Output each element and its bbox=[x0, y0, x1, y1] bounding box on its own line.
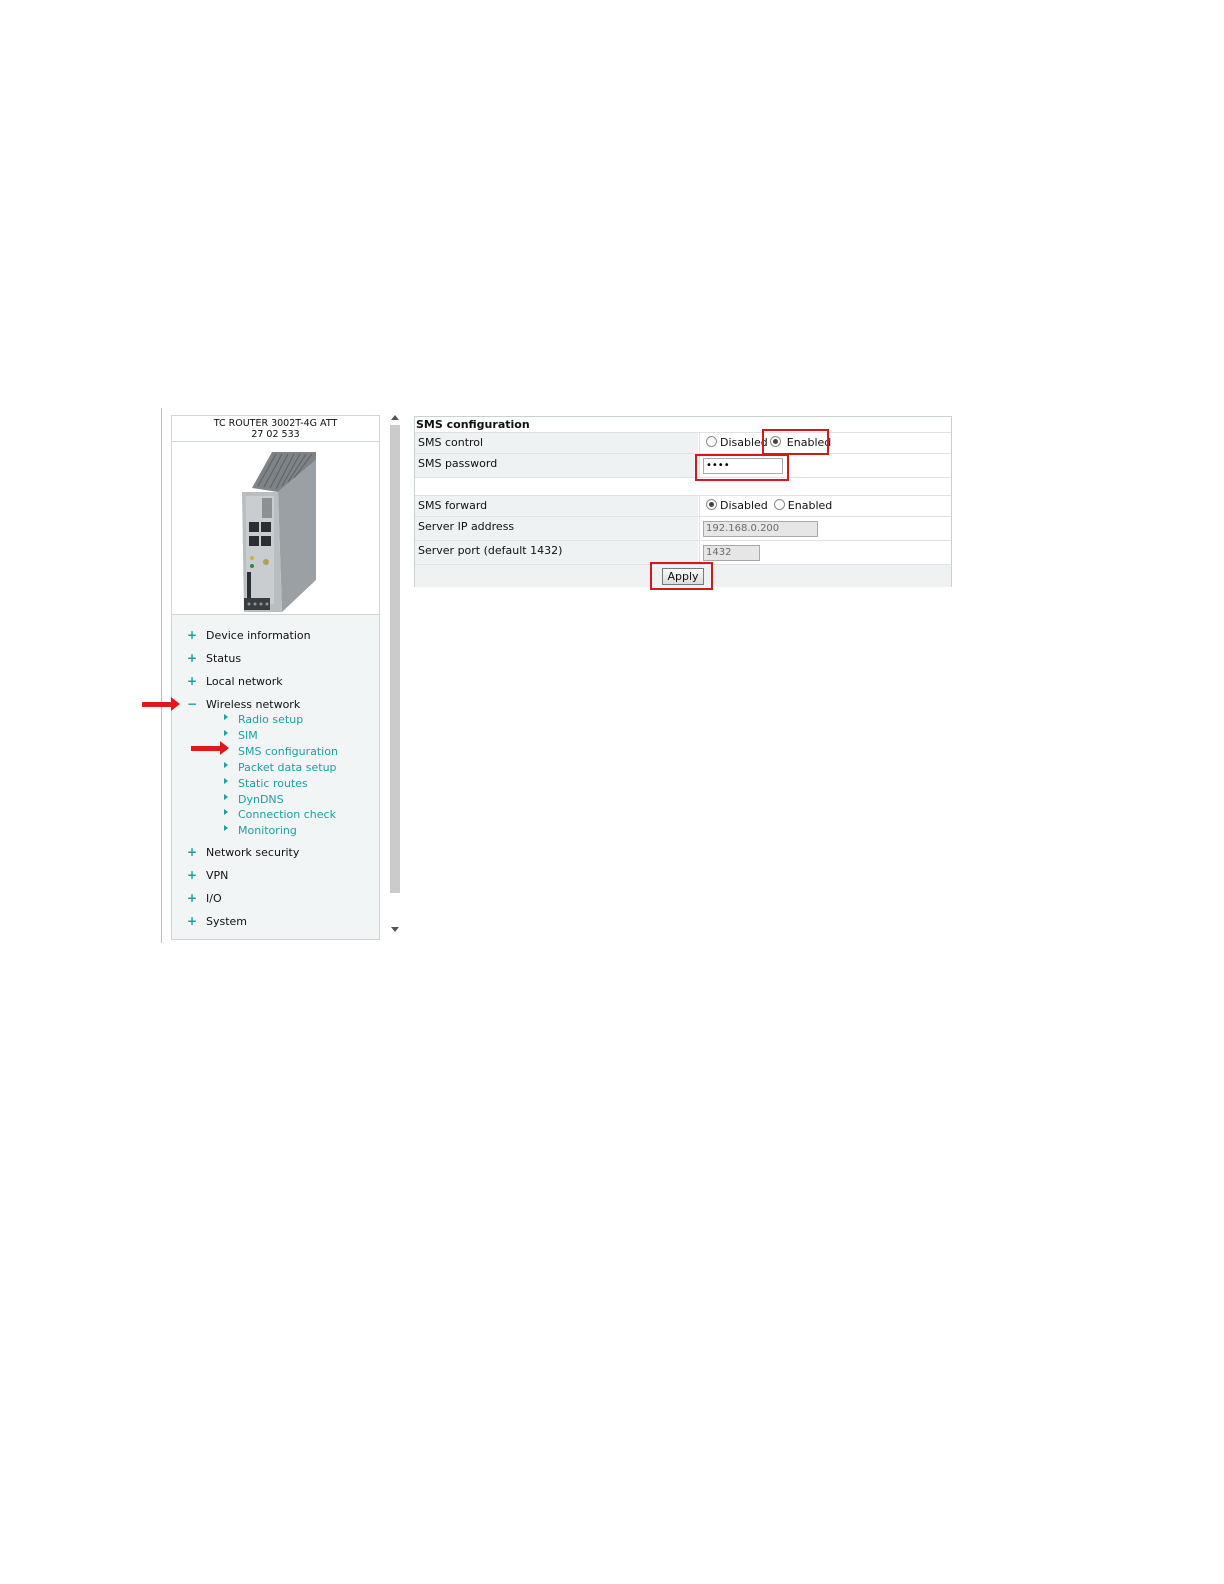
triangle-right-icon bbox=[224, 778, 228, 784]
row-spacer bbox=[415, 477, 951, 496]
sms-forward-disabled-radio[interactable] bbox=[706, 499, 717, 510]
nav-item-device-information[interactable]: + Device information bbox=[186, 627, 311, 643]
nav-item-local-network[interactable]: + Local network bbox=[186, 673, 283, 689]
nav-item-label: Status bbox=[206, 652, 242, 665]
plus-icon: + bbox=[186, 674, 198, 688]
nav-item-network-security[interactable]: + Network security bbox=[186, 844, 299, 860]
radio-label: Disabled bbox=[720, 499, 768, 512]
subnav-sms-configuration[interactable]: SMS configuration bbox=[224, 744, 338, 760]
device-name: TC ROUTER 3002T-4G ATT bbox=[213, 418, 338, 429]
sms-forward-enabled-radio[interactable] bbox=[773, 499, 785, 510]
nav-item-label: I/O bbox=[206, 892, 222, 905]
subnav-static-routes[interactable]: Static routes bbox=[224, 776, 308, 792]
nav-item-system[interactable]: + System bbox=[186, 913, 247, 929]
plus-icon: + bbox=[186, 891, 198, 905]
row-server-port: Server port (default 1432) 1432 bbox=[415, 540, 951, 565]
sms-forward-options: Disabled Enabled bbox=[706, 499, 834, 512]
sms-control-enabled-radio[interactable] bbox=[769, 436, 781, 447]
subnav-label: SIM bbox=[238, 729, 258, 742]
nav-item-label: Device information bbox=[206, 629, 311, 642]
subnav-monitoring[interactable]: Monitoring bbox=[224, 823, 297, 839]
server-ip-input[interactable]: 192.168.0.200 bbox=[703, 521, 818, 537]
server-ip-value: 192.168.0.200 bbox=[699, 517, 951, 541]
device-part-number: 27 02 533 bbox=[251, 429, 300, 440]
plus-icon: + bbox=[186, 868, 198, 882]
row-sms-control: SMS control Disabled Enabled bbox=[415, 432, 951, 454]
row-server-ip: Server IP address 192.168.0.200 bbox=[415, 516, 951, 541]
nav-item-label: Local network bbox=[206, 675, 283, 688]
red-arrow-icon bbox=[142, 697, 180, 711]
row-sms-forward: SMS forward Disabled Enabled bbox=[415, 495, 951, 517]
nav-item-label: Network security bbox=[206, 846, 300, 859]
server-port-value: 1432 bbox=[699, 541, 951, 565]
sidebar: TC ROUTER 3002T-4G ATT 27 02 533 + Devic… bbox=[171, 415, 380, 940]
triangle-right-icon bbox=[224, 762, 228, 768]
subnav-label: Static routes bbox=[238, 777, 308, 790]
triangle-right-icon bbox=[224, 809, 228, 815]
subnav-dyndns[interactable]: DynDNS bbox=[224, 792, 284, 808]
subnav-sim[interactable]: SIM bbox=[224, 728, 258, 744]
apply-row: Apply bbox=[415, 564, 951, 587]
nav-item-label: System bbox=[206, 915, 248, 928]
minus-icon: − bbox=[186, 697, 198, 711]
triangle-right-icon bbox=[224, 730, 228, 736]
sms-control-label: SMS control bbox=[415, 433, 698, 454]
subnav-connection-check[interactable]: Connection check bbox=[224, 807, 336, 823]
spacer-cell bbox=[699, 478, 951, 496]
sms-forward-value: Disabled Enabled bbox=[699, 496, 951, 517]
server-port-label: Server port (default 1432) bbox=[415, 541, 698, 565]
sms-password-value: •••• bbox=[699, 454, 951, 478]
triangle-right-icon bbox=[224, 794, 228, 800]
subnav-label: DynDNS bbox=[238, 793, 284, 806]
radio-label: Enabled bbox=[786, 436, 832, 449]
server-ip-label: Server IP address bbox=[415, 517, 698, 541]
radio-label: Disabled bbox=[720, 436, 768, 449]
plus-icon: + bbox=[186, 651, 198, 665]
triangle-right-icon bbox=[224, 714, 228, 720]
subnav-label: Packet data setup bbox=[238, 761, 337, 774]
scroll-thumb[interactable] bbox=[390, 425, 400, 893]
subnav-label: Monitoring bbox=[238, 824, 297, 837]
nav-item-status[interactable]: + Status bbox=[186, 650, 241, 666]
plus-icon: + bbox=[186, 845, 198, 859]
sms-password-input[interactable]: •••• bbox=[703, 458, 783, 474]
triangle-right-icon bbox=[224, 825, 228, 831]
nav-item-wireless-network[interactable]: − Wireless network bbox=[186, 696, 300, 712]
panel-title: SMS configuration bbox=[416, 418, 530, 431]
router-device-icon bbox=[242, 452, 316, 612]
sms-control-value: Disabled Enabled bbox=[699, 433, 951, 454]
nav-item-vpn[interactable]: + VPN bbox=[186, 867, 228, 883]
radio-label: Enabled bbox=[787, 499, 833, 512]
device-image bbox=[172, 442, 379, 615]
sms-control-disabled-radio[interactable] bbox=[706, 436, 717, 447]
screenshot: TC ROUTER 3002T-4G ATT 27 02 533 + Devic… bbox=[0, 0, 1224, 1584]
apply-button[interactable]: Apply bbox=[662, 568, 704, 585]
nav-item-io[interactable]: + I/O bbox=[186, 890, 222, 906]
sms-config-panel: SMS configuration SMS control Disabled En… bbox=[414, 416, 952, 587]
subnav-label: Connection check bbox=[238, 808, 336, 821]
subnav-label: Radio setup bbox=[238, 713, 304, 726]
server-port-input[interactable]: 1432 bbox=[703, 545, 760, 561]
subnav-radio-setup[interactable]: Radio setup bbox=[224, 712, 303, 728]
plus-icon: + bbox=[186, 914, 198, 928]
window-edge bbox=[161, 408, 162, 943]
device-header: TC ROUTER 3002T-4G ATT 27 02 533 bbox=[172, 416, 379, 442]
red-arrow-icon bbox=[191, 741, 229, 755]
nav-item-label: Wireless network bbox=[206, 698, 301, 711]
nav-item-label: VPN bbox=[206, 869, 229, 882]
sms-forward-label: SMS forward bbox=[415, 496, 698, 517]
subnav-label: SMS configuration bbox=[238, 745, 338, 758]
sms-control-options: Disabled Enabled bbox=[706, 436, 833, 449]
spacer-cell bbox=[415, 478, 698, 496]
subnav-packet-data-setup[interactable]: Packet data setup bbox=[224, 760, 337, 776]
sms-password-label: SMS password bbox=[415, 454, 698, 478]
plus-icon: + bbox=[186, 628, 198, 642]
scroll-down-icon[interactable] bbox=[391, 927, 399, 932]
scroll-up-icon[interactable] bbox=[391, 415, 399, 420]
row-sms-password: SMS password •••• bbox=[415, 453, 951, 478]
sidebar-scrollbar[interactable] bbox=[389, 415, 401, 940]
